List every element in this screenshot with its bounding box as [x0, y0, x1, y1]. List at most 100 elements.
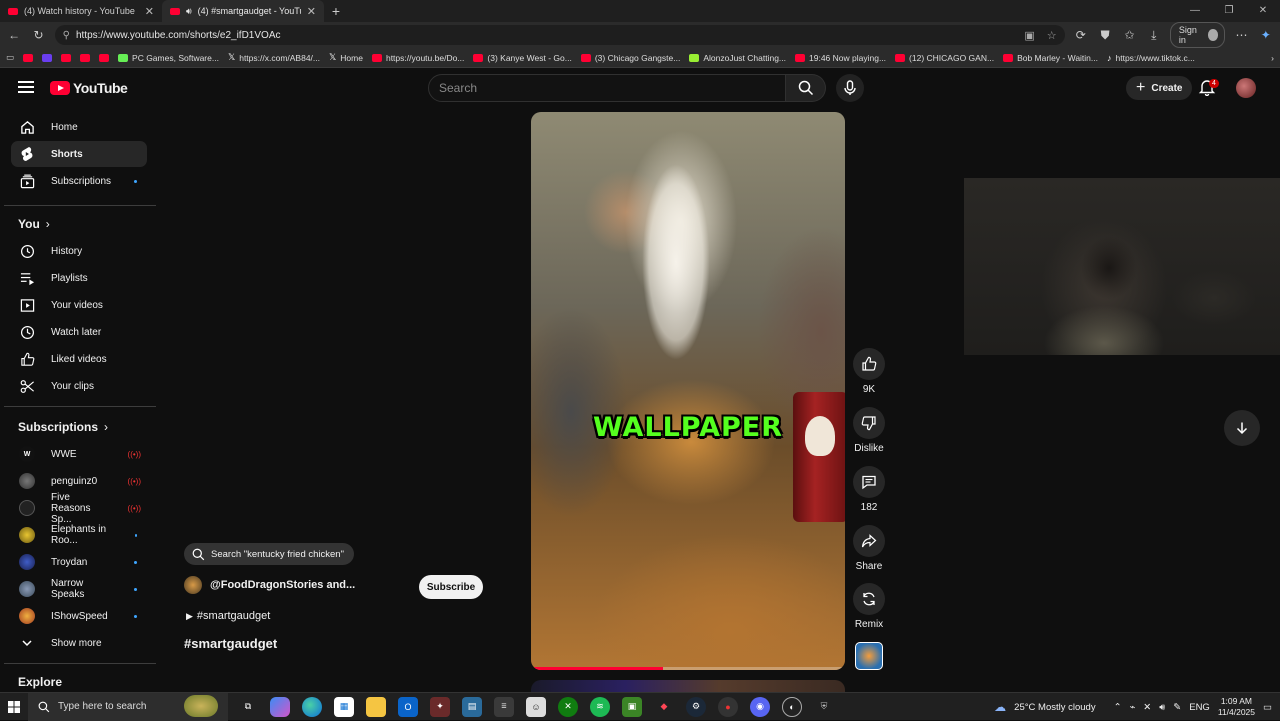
url-field[interactable]: ⚲ https://www.youtube.com/shorts/e2_ifD1…	[54, 25, 1065, 45]
remix-button[interactable]: Remix	[852, 583, 886, 630]
browser-essentials-icon[interactable]: ⛊	[1097, 28, 1113, 43]
downloads-icon[interactable]: ⤓	[1146, 28, 1162, 43]
bookmark-tiktok[interactable]: ♪ https://www.tiktok.c...	[1107, 53, 1195, 63]
file-explorer-icon[interactable]	[366, 696, 386, 717]
bookmark-twitch[interactable]	[42, 53, 53, 62]
microsoft-store-icon[interactable]: ▦	[334, 696, 354, 717]
copilot-app-icon[interactable]	[270, 696, 290, 717]
bookmark-now-playing[interactable]: 19:46 Now playing...	[795, 53, 886, 63]
hashtag-expander[interactable]: ▶ #smartgaudget	[186, 610, 270, 622]
bookmark-chicago-gan[interactable]: (12) CHICAGO GAN...	[895, 53, 994, 63]
youtube-logo[interactable]: YouTube	[50, 80, 128, 96]
subscribe-button[interactable]: Subscribe	[419, 575, 483, 599]
sidebar-sub-wwe[interactable]: W WWE ((•))	[11, 441, 147, 467]
close-icon[interactable]: ✕	[307, 5, 316, 18]
sidebar-show-more[interactable]: Show more	[11, 630, 147, 656]
bookmark-chicago-gangster[interactable]: (3) Chicago Gangste...	[580, 53, 680, 63]
network-icon[interactable]: ⌁	[1130, 702, 1136, 713]
next-short-button[interactable]	[1224, 410, 1260, 446]
favorite-star-icon[interactable]: ☆	[1047, 29, 1057, 42]
new-tab-button[interactable]: +	[324, 3, 348, 19]
refresh-icon[interactable]: ↻	[30, 28, 46, 42]
comments-button[interactable]: 182	[852, 466, 886, 513]
close-window-icon[interactable]: ✕	[1246, 0, 1280, 22]
channel-info[interactable]: @FoodDragonStories and...	[184, 576, 355, 594]
user-avatar[interactable]	[1236, 78, 1256, 98]
browser-tab-smartgaudget[interactable]: 🔊︎ (4) #smartgaudget - YouTube ✕	[162, 0, 324, 22]
close-icon[interactable]: ✕	[145, 5, 154, 18]
sidebar-item-home[interactable]: Home	[11, 114, 147, 140]
volume-icon[interactable]: 🔊︎	[1159, 702, 1165, 713]
sidebar-item-playlists[interactable]: Playlists	[11, 265, 147, 291]
browser-tab-watch-history[interactable]: (4) Watch history - YouTube ✕	[0, 0, 162, 22]
game-app-icon[interactable]: ✦	[430, 696, 450, 717]
sidebar-sub-ishowspeed[interactable]: IShowSpeed	[11, 603, 147, 629]
valorant-icon[interactable]: ◆	[654, 697, 674, 717]
language-indicator[interactable]: ENG	[1189, 702, 1210, 713]
bookmark-bob-marley[interactable]: Bob Marley - Waitin...	[1003, 53, 1098, 63]
edge-browser-icon[interactable]	[302, 696, 322, 717]
sidebar-sub-narrow-speaks[interactable]: Narrow Speaks	[11, 576, 147, 602]
sound-source-thumbnail[interactable]	[855, 642, 883, 670]
tray-overflow-chevron-icon[interactable]: ⌃	[1114, 702, 1122, 713]
bookmark-youtube-1[interactable]	[23, 53, 34, 62]
game-launcher-icon[interactable]: ▤	[462, 696, 482, 717]
bookmark-youtu-be[interactable]: https://youtu.be/Do...	[371, 53, 464, 63]
create-button[interactable]: + Create	[1126, 76, 1193, 100]
task-view-icon[interactable]: ⧉	[238, 697, 258, 717]
back-icon[interactable]: ←	[6, 28, 22, 42]
speaker-icon[interactable]: 🔊︎	[186, 6, 192, 17]
restore-icon[interactable]: ❐	[1212, 0, 1246, 22]
vpn-shield-icon[interactable]: ⛨	[814, 697, 834, 717]
minecraft-icon[interactable]: ▣	[622, 696, 642, 717]
media-app-icon[interactable]: ☰	[494, 696, 514, 717]
bookmark-pc-games[interactable]: PC Games, Software...	[118, 53, 219, 63]
discord-icon[interactable]: ◉	[750, 696, 770, 717]
video-progress-bar[interactable]	[531, 667, 845, 670]
menu-icon[interactable]	[18, 81, 34, 93]
sidebar-sub-troydan[interactable]: Troydan	[11, 549, 147, 575]
copilot-icon[interactable]: ✦	[1258, 28, 1274, 42]
bookmark-alonzo[interactable]: AlonzoJust Chatting...	[689, 53, 786, 63]
bookmark-youtube-3[interactable]	[80, 53, 91, 62]
site-info-icon[interactable]: ⚲	[63, 30, 70, 41]
dislike-button[interactable]: Dislike	[852, 407, 886, 454]
outlook-icon[interactable]: O	[398, 696, 418, 717]
sidebar-item-watch-later[interactable]: Watch later	[11, 319, 147, 345]
voice-search-button[interactable]	[836, 74, 864, 102]
steam-icon[interactable]: ⚙	[686, 696, 706, 717]
sidebar-item-your-clips[interactable]: Your clips	[11, 373, 147, 399]
sidebar-sub-elephants-in-room[interactable]: Elephants in Roo...	[11, 522, 147, 548]
bookmark-collections-icon[interactable]: ▭	[6, 52, 14, 63]
bookmark-youtube-4[interactable]	[99, 53, 110, 62]
sidebar-subscriptions-heading[interactable]: Subscriptions ›	[18, 420, 108, 434]
short-video-player[interactable]: WALLPAPER	[531, 112, 845, 670]
minimize-icon[interactable]: —	[1178, 0, 1212, 22]
favorites-icon[interactable]: ✩	[1121, 28, 1137, 42]
wifi-off-icon[interactable]: ✕	[1143, 702, 1151, 713]
xbox-icon[interactable]: ✕	[558, 696, 578, 717]
sidebar-item-history[interactable]: History	[11, 238, 147, 264]
notification-center-icon[interactable]: ▭	[1263, 702, 1272, 713]
search-input[interactable]	[428, 74, 786, 102]
bookmarks-overflow-chevron-icon[interactable]: ›	[1271, 53, 1274, 63]
spotify-icon[interactable]: ≋	[590, 696, 610, 717]
start-button[interactable]	[0, 693, 28, 721]
sidebar-you-heading[interactable]: You ›	[18, 217, 50, 231]
recording-app-icon[interactable]: ●	[718, 696, 738, 717]
share-button[interactable]: Share	[852, 525, 886, 572]
like-button[interactable]: 9K	[852, 348, 886, 395]
weather-text[interactable]: 25°C Mostly cloudy	[1014, 702, 1095, 713]
app-available-icon[interactable]: ▣	[1024, 29, 1034, 42]
taskbar-search-box[interactable]: Type here to search	[28, 692, 228, 721]
sidebar-item-shorts[interactable]: Shorts	[11, 141, 147, 167]
obs-icon[interactable]: ◐	[782, 696, 802, 717]
sidebar-sub-penguinz0[interactable]: penguinz0 ((•))	[11, 468, 147, 494]
more-menu-icon[interactable]: ⋯	[1233, 28, 1249, 42]
clock[interactable]: 1:09 AM 11/4/2025	[1218, 696, 1255, 718]
sidebar-item-your-videos[interactable]: Your videos	[11, 292, 147, 318]
search-button[interactable]	[786, 74, 826, 102]
sign-in-button[interactable]: Sign in	[1169, 22, 1226, 48]
search-suggestion-chip[interactable]: Search "kentucky fried chicken"	[184, 543, 354, 565]
bookmark-kanye[interactable]: (3) Kanye West - Go...	[473, 53, 572, 63]
